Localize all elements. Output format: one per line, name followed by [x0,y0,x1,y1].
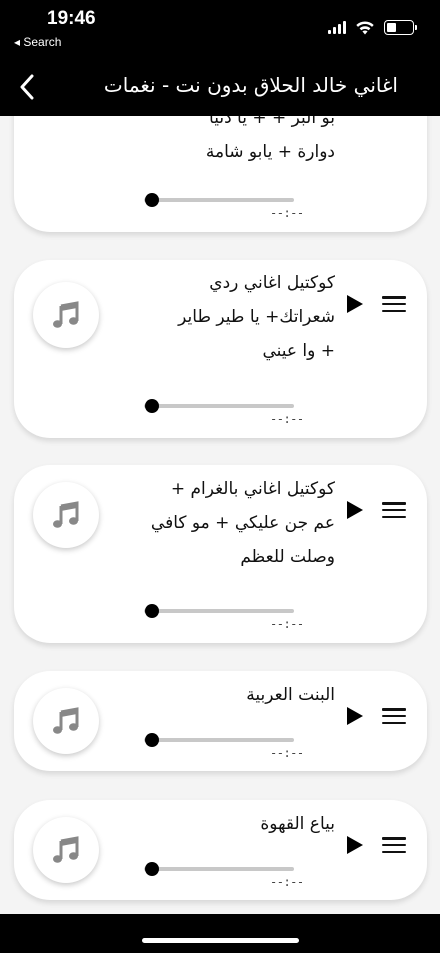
song-menu-button[interactable] [382,706,406,726]
song-duration: --:-- [270,206,304,220]
song-card[interactable]: بو البر + + يا دنيا دوارة + يابو شامة --… [14,116,427,232]
play-button[interactable] [344,293,366,315]
song-duration: --:-- [270,617,304,631]
music-note-icon [53,707,79,734]
cellular-signal-icon [328,21,346,34]
song-title: بو البر + + يا دنيا دوارة + يابو شامة [205,116,335,162]
seek-bar[interactable] [144,193,294,207]
status-time: 19:46 [47,8,96,29]
song-card[interactable]: البنت العربية --:-- [14,671,427,771]
play-icon [347,295,363,313]
play-icon [347,501,363,519]
seek-bar[interactable] [144,399,294,413]
song-card[interactable]: بياع القهوة --:-- [14,800,427,900]
play-button[interactable] [344,705,366,727]
song-duration: --:-- [270,412,304,426]
song-menu-button[interactable] [382,500,406,520]
song-artwork [33,688,99,754]
play-button[interactable] [344,499,366,521]
seek-thumb[interactable] [145,193,159,207]
play-icon [347,707,363,725]
song-title: بياع القهوة [260,814,335,834]
song-menu-button[interactable] [382,294,406,314]
song-menu-button[interactable] [382,835,406,855]
music-note-icon [53,301,79,328]
song-artwork [33,482,99,548]
app-bar: اغاني خالد الحلاق بدون نت - نغمات [0,60,440,116]
song-duration: --:-- [270,746,304,760]
seek-bar[interactable] [144,604,294,618]
status-bar: 19:46 ◂ Search [0,0,440,60]
system-icons [328,20,417,35]
back-button[interactable] [10,70,44,104]
music-note-icon [53,501,79,528]
song-card[interactable]: كوكتيل اغاني ردي شعراتك+ يا طير طاير + و… [14,260,427,438]
song-title: كوكتيل اغاني بالغرام + عم جن عليكي + مو … [150,479,335,567]
play-button[interactable] [344,834,366,856]
chevron-left-icon [20,74,34,100]
home-bar [0,914,440,953]
music-note-icon [53,836,79,863]
song-artwork [33,817,99,883]
seek-thumb[interactable] [145,604,159,618]
wifi-icon [356,21,374,35]
seek-thumb[interactable] [145,733,159,747]
song-title: البنت العربية [246,685,335,705]
song-title: كوكتيل اغاني ردي شعراتك+ يا طير طاير + و… [178,273,335,361]
seek-thumb[interactable] [145,399,159,413]
song-card[interactable]: كوكتيل اغاني بالغرام + عم جن عليكي + مو … [14,465,427,643]
page-title: اغاني خالد الحلاق بدون نت - نغمات [103,73,398,97]
play-icon [347,836,363,854]
song-list[interactable]: بو البر + + يا دنيا دوارة + يابو شامة --… [0,116,440,914]
seek-bar[interactable] [144,733,294,747]
seek-thumb[interactable] [145,862,159,876]
seek-bar[interactable] [144,862,294,876]
battery-icon [384,20,417,35]
home-indicator[interactable] [142,938,299,943]
screen: 19:46 ◂ Search اغاني خالد الحلاق بدون نت… [0,0,440,953]
song-duration: --:-- [270,875,304,889]
back-to-search-link[interactable]: ◂ Search [14,35,61,49]
song-artwork [33,282,99,348]
